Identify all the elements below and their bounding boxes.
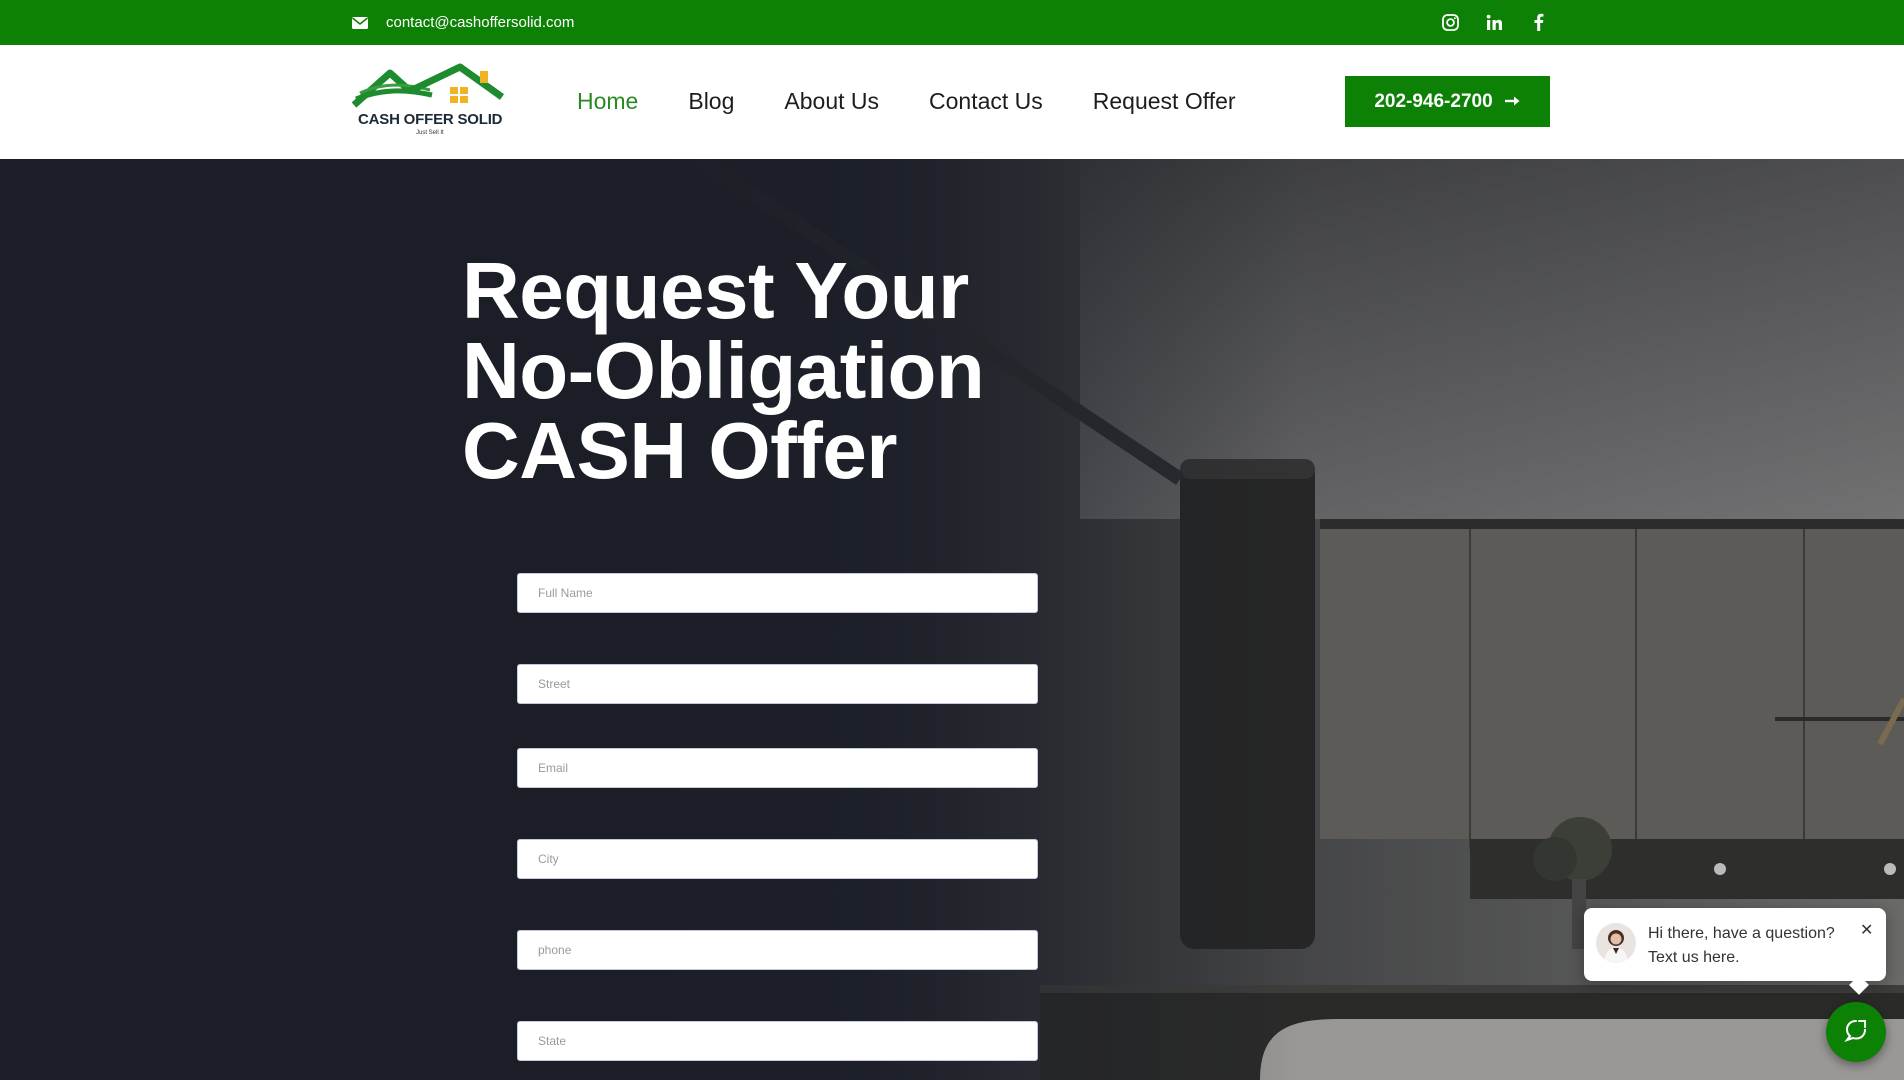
nav-about-us[interactable]: About Us	[784, 88, 879, 115]
nav-request-offer[interactable]: Request Offer	[1093, 88, 1236, 115]
agent-avatar	[1596, 923, 1636, 963]
chat-message: Hi there, have a question? Text us here.	[1648, 922, 1835, 970]
hero-headline: Request Your No-Obligation CASH Offer	[462, 246, 985, 495]
facebook-icon[interactable]	[1528, 12, 1548, 32]
chat-message-line-1: Hi there, have a question?	[1648, 925, 1835, 942]
nav-home[interactable]: Home	[577, 88, 638, 115]
house-logo-icon	[351, 63, 505, 108]
email-input[interactable]	[517, 748, 1038, 788]
close-icon[interactable]: ✕	[1860, 920, 1873, 940]
social-links	[1440, 12, 1548, 32]
state-input[interactable]	[517, 1021, 1038, 1061]
phone-call-button[interactable]: 202-946-2700	[1345, 76, 1550, 127]
phone-input[interactable]	[517, 930, 1038, 970]
nav-blog[interactable]: Blog	[688, 88, 734, 115]
chat-popup[interactable]: Hi there, have a question? Text us here.…	[1584, 908, 1886, 995]
site-logo[interactable]: CASH OFFER SOLID Just Sell It	[351, 63, 507, 143]
headline-line-3: CASH Offer	[462, 406, 898, 495]
linkedin-icon[interactable]	[1484, 12, 1504, 32]
site-header: CASH OFFER SOLID Just Sell It Home Blog …	[0, 45, 1904, 159]
headline-line-1: Request Your	[462, 246, 969, 335]
headline-line-2: No-Obligation	[462, 326, 985, 415]
contact-email-text[interactable]: contact@cashoffersolid.com	[386, 14, 574, 31]
nav-contact-us[interactable]: Contact Us	[929, 88, 1043, 115]
phone-button-label: 202-946-2700	[1374, 90, 1493, 112]
chat-launcher-button[interactable]	[1826, 1002, 1886, 1062]
envelope-icon	[352, 16, 368, 29]
arrow-right-icon	[1504, 91, 1521, 113]
full-name-input[interactable]	[517, 573, 1038, 613]
street-input[interactable]	[517, 664, 1038, 704]
main-nav: Home Blog About Us Contact Us Request Of…	[577, 88, 1236, 115]
chat-message-line-2: Text us here.	[1648, 949, 1740, 966]
top-bar: contact@cashoffersolid.com	[0, 0, 1904, 45]
contact-email[interactable]: contact@cashoffersolid.com	[352, 14, 574, 31]
instagram-icon[interactable]	[1440, 12, 1460, 32]
logo-wordmark: CASH OFFER SOLID	[358, 111, 503, 128]
chat-icon	[1843, 1018, 1869, 1047]
city-input[interactable]	[517, 839, 1038, 879]
logo-tagline: Just Sell It	[416, 130, 444, 136]
